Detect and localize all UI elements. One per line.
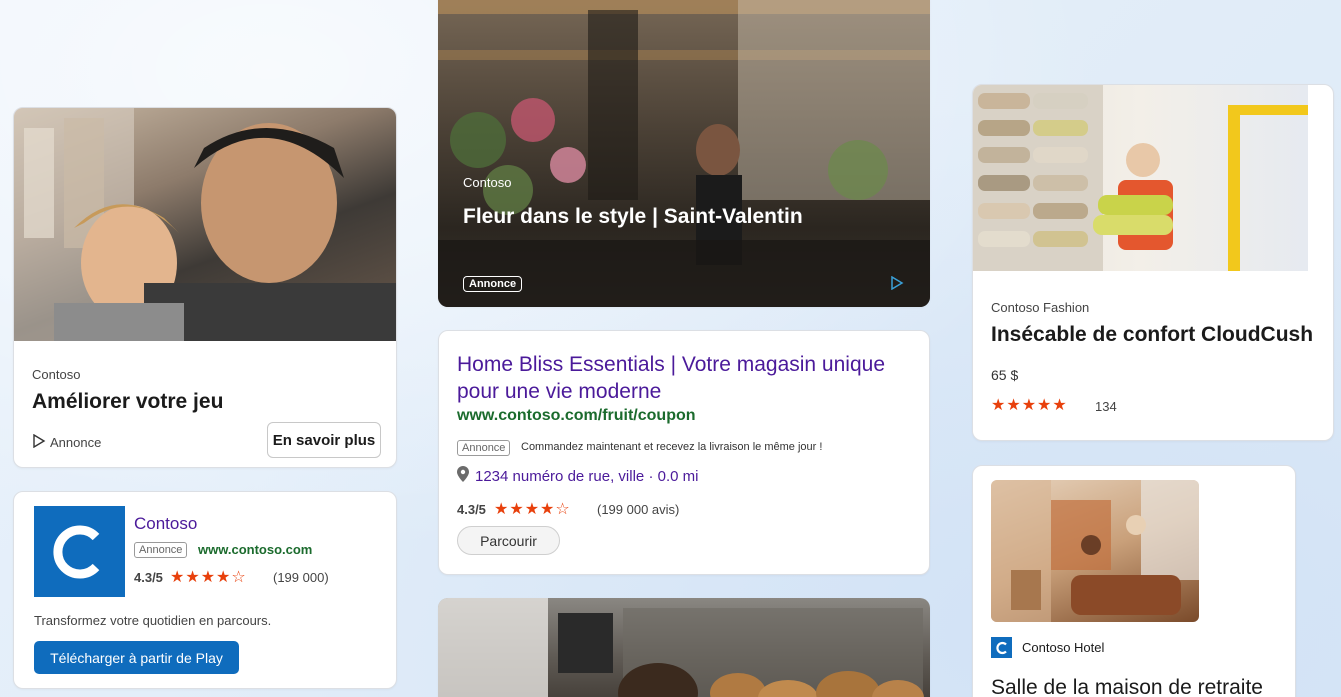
ad-card-game[interactable]: Contoso Améliorer votre jeu Annonce En s… [13,107,397,468]
ad-choices-icon[interactable] [32,433,46,449]
card4-reviews: (199 000 avis) [597,502,680,517]
card1-brand: Contoso [32,367,81,382]
card7-brand: Contoso Hotel [1022,640,1105,655]
card2-ad-badge: Annonce [134,542,188,558]
card3-title[interactable]: Fleur dans le style | Saint-Valentin [463,205,803,229]
card4-rating: 4.3/5 [457,502,486,517]
card3-ad-badge: Annonce [463,276,523,292]
card4-address-link[interactable]: 1234 numéro de rue, ville · 0.0 mi [475,468,698,485]
card2-url[interactable]: www.contoso.com [198,542,312,557]
card6-title[interactable]: Insécable de confort CloudCush [991,323,1313,347]
card-photo-flower-shop [438,0,930,307]
browse-button[interactable]: Parcourir [457,526,560,555]
card2-reviews: (199 000) [273,570,329,585]
contoso-app-logo [34,506,125,597]
ad-card-bakery[interactable] [438,598,930,697]
location-pin-icon [457,466,469,482]
card3-brand: Contoso [463,175,512,190]
card6-price: 65 $ [991,367,1019,383]
card6-reviews: 134 [1095,399,1117,414]
card6-brand: Contoso Fashion [991,300,1090,315]
card7-title[interactable]: Salle de la maison de retraite [991,676,1263,697]
card4-stars: ★★★★☆ [494,501,571,518]
card2-rating: 4.3/5 [134,570,163,585]
card-photo-bakery [438,598,930,697]
card4-ad-badge: Annonce [457,440,511,456]
card4-description: Commandez maintenant et recevez la livra… [521,441,823,453]
card2-brand-link[interactable]: Contoso [134,514,197,534]
learn-more-button[interactable]: En savoir plus [267,422,381,458]
card2-description: Transformez votre quotidien en parcours. [34,613,272,628]
ad-choices-icon[interactable] [890,275,904,291]
ad-card-home-bliss[interactable]: Home Bliss Essentials | Votre magasin un… [438,330,930,575]
ad-card-flowers[interactable]: Contoso Fleur dans le style | Saint-Vale… [438,0,930,307]
card-photo-friends [14,108,396,341]
ad-card-app[interactable]: Contoso Annonce www.contoso.com 4.3/5 ★★… [13,491,397,689]
card-photo-retirement-home [991,480,1199,622]
card1-ad-label: Annonce [50,435,102,450]
card2-stars: ★★★★☆ [170,569,247,586]
ad-card-fashion[interactable]: Contoso Fashion Insécable de confort Clo… [972,84,1334,441]
card4-title-link[interactable]: Home Bliss Essentials | Votre magasin un… [457,351,917,405]
card4-url[interactable]: www.contoso.com/fruit/coupon [457,407,696,425]
contoso-hotel-logo [991,637,1012,658]
card6-stars: ★★★★★ [991,397,1068,414]
ad-card-hotel[interactable]: Contoso Hotel Salle de la maison de retr… [972,465,1296,697]
card1-title[interactable]: Améliorer votre jeu [32,390,223,414]
download-play-button[interactable]: Télécharger à partir de Play [34,641,239,674]
card-photo-pillows [973,85,1308,271]
